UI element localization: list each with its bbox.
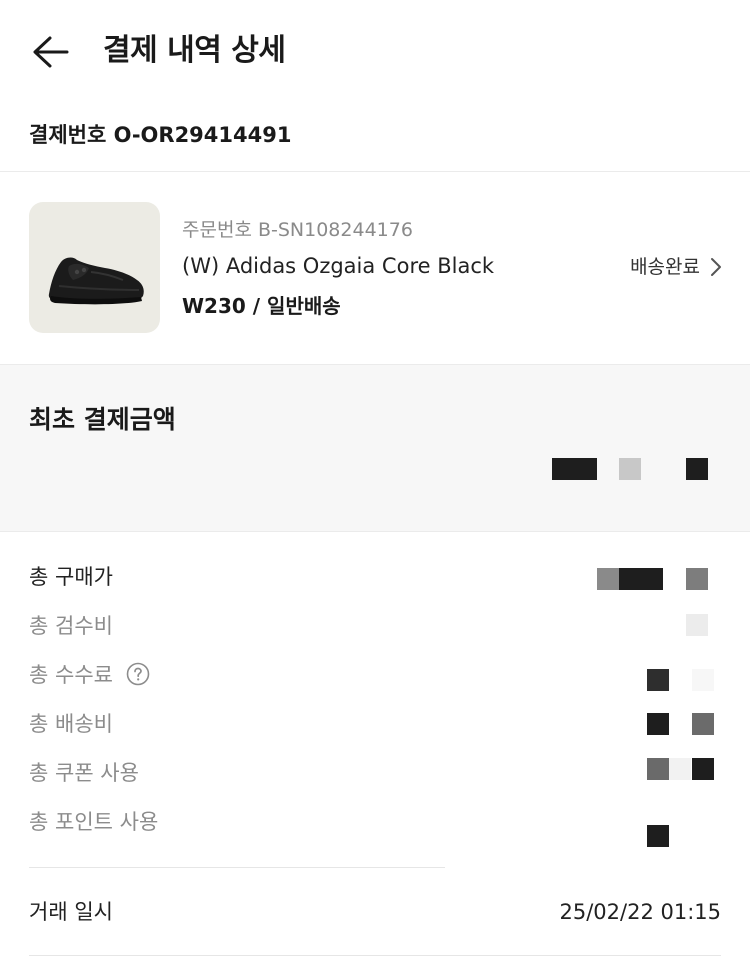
masked-amount-block [597, 568, 619, 590]
delivery-status-label: 배송완료 [630, 256, 700, 278]
masked-amount-block [692, 669, 714, 691]
masked-amount-block [686, 614, 708, 636]
product-card[interactable]: 주문번호 B-SN108244176 (W) Adidas Ozgaia Cor… [0, 172, 750, 364]
breakdown-label: 총 수수료 [29, 663, 113, 687]
masked-amount-block [686, 568, 708, 590]
order-number-label: 주문번호 [182, 219, 252, 241]
transaction-datetime-label: 거래 일시 [29, 900, 113, 924]
transaction-datetime-value: 25/02/22 01:15 [559, 900, 721, 924]
divider [29, 867, 445, 868]
question-circle-icon[interactable] [126, 662, 150, 686]
masked-amount-block [619, 568, 663, 590]
divider [29, 955, 721, 956]
product-thumbnail[interactable] [29, 202, 160, 333]
black-sneaker-image [48, 257, 144, 305]
breakdown-row-points: 총 포인트 사용 [29, 806, 158, 838]
chevron-right-icon [710, 257, 722, 277]
masked-amount-block [647, 669, 669, 691]
masked-amount-block [692, 758, 714, 780]
masked-amount-block [647, 713, 669, 735]
page-title: 결제 내역 상세 [103, 33, 286, 68]
breakdown-label: 총 포인트 사용 [29, 810, 159, 834]
order-number-value: B-SN108244176 [257, 219, 413, 241]
back-button[interactable] [26, 30, 74, 74]
masked-amount-block [552, 458, 597, 480]
initial-payment-title: 최초 결제금액 [29, 405, 176, 434]
breakdown-row-inspection: 총 검수비 [29, 610, 113, 642]
product-option: W230 / 일반배송 [182, 294, 341, 318]
arrow-left-icon [33, 36, 69, 68]
product-name: (W) Adidas Ozgaia Core Black [182, 254, 495, 278]
breakdown-label: 총 쿠폰 사용 [29, 761, 139, 785]
initial-payment-section: 최초 결제금액 [0, 364, 750, 532]
masked-amount-block [692, 713, 714, 735]
payment-number: 결제번호 O-OR29414491 [29, 118, 291, 152]
payment-number-label: 결제번호 [29, 123, 107, 147]
masked-amount-block [647, 825, 669, 847]
masked-amount-block [647, 758, 669, 780]
breakdown-row-purchase: 총 구매가 [29, 561, 113, 593]
breakdown-row-fee: 총 수수료 [29, 659, 150, 691]
delivery-status-link[interactable]: 배송완료 [630, 252, 722, 282]
payment-number-value: O-OR29414491 [113, 123, 292, 147]
breakdown-label: 총 배송비 [29, 712, 113, 736]
order-number: 주문번호 B-SN108244176 [182, 216, 413, 244]
breakdown-row-shipping: 총 배송비 [29, 708, 113, 740]
masked-amount-block [686, 458, 708, 480]
breakdown-row-coupon: 총 쿠폰 사용 [29, 757, 139, 789]
masked-amount-block [619, 458, 641, 480]
breakdown-label: 총 검수비 [29, 614, 113, 638]
header: 결제 내역 상세 [0, 0, 750, 104]
masked-amount-block [669, 758, 691, 780]
breakdown-label: 총 구매가 [29, 565, 113, 589]
